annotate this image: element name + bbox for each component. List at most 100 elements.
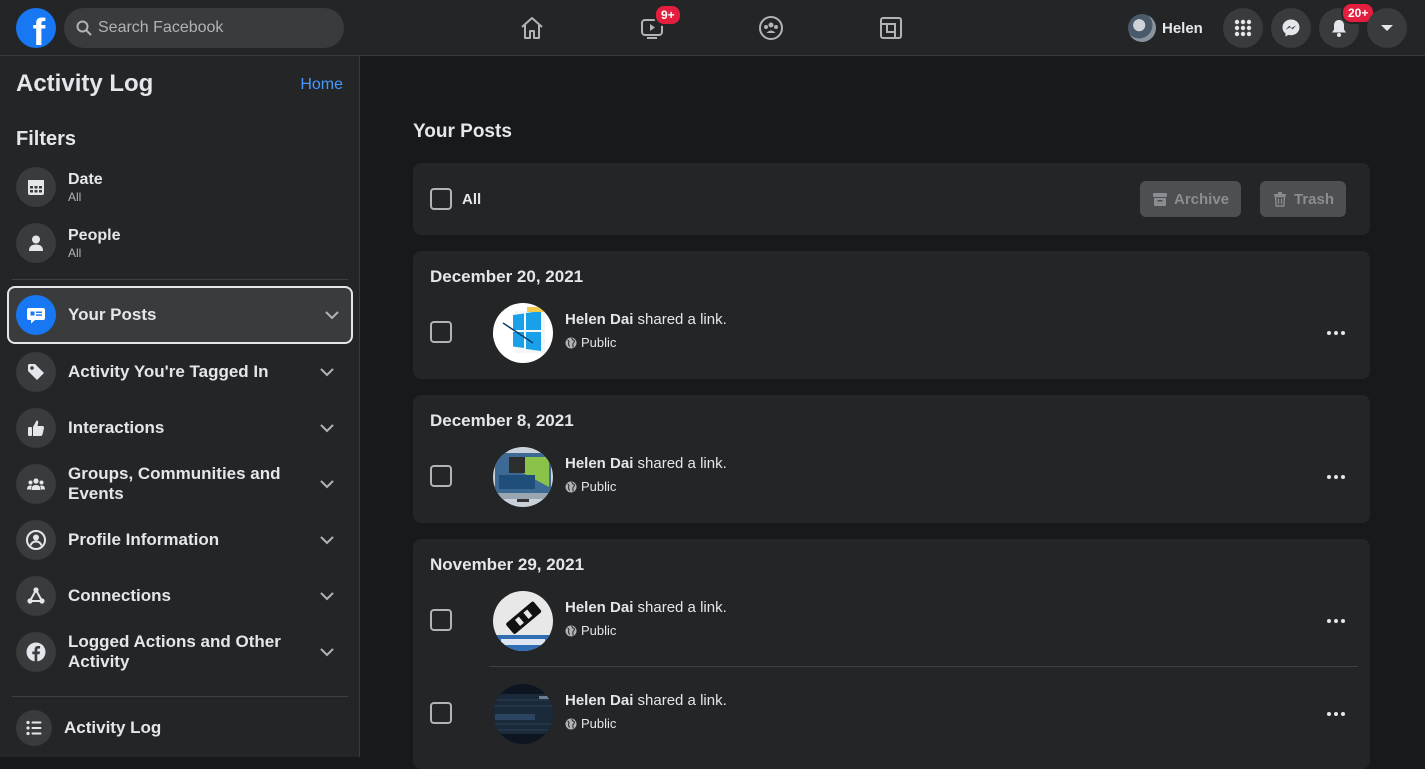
post-description: Helen Dai shared a link. — [565, 311, 727, 328]
archive-icon — [1153, 193, 1167, 206]
post-description: Helen Dai shared a link. — [565, 599, 727, 616]
filter-date[interactable]: Date All — [16, 161, 346, 213]
gaming-icon — [880, 17, 902, 39]
post-checkbox[interactable] — [430, 465, 452, 487]
group-date: November 29, 2021 — [430, 555, 585, 574]
category-profile-information[interactable]: Profile Information — [16, 514, 346, 566]
post-author: Helen Dai — [565, 692, 634, 709]
search-box[interactable] — [64, 8, 344, 48]
more-options-icon[interactable] — [1326, 467, 1346, 487]
post-group: November 29, 2021 Helen Dai shared a lin… — [413, 539, 1370, 769]
filter-people[interactable]: People All — [16, 217, 346, 269]
top-navigation-bar: f 9+ Helen 20+ — [0, 0, 1425, 56]
category-interactions[interactable]: Interactions — [16, 402, 346, 454]
connections-icon — [16, 576, 56, 616]
category-groups[interactable]: Groups, Communities and Events — [16, 458, 346, 510]
filters-heading: Filters — [16, 128, 77, 150]
chevron-down-icon — [320, 421, 334, 435]
gaming-nav-button[interactable] — [873, 10, 909, 46]
chevron-down-icon — [325, 308, 339, 322]
sidebar-title: Activity Log — [16, 70, 154, 97]
entry-divider — [489, 666, 1358, 667]
filter-date-label: Date — [68, 171, 103, 188]
chevron-down-icon — [320, 533, 334, 547]
select-all-checkbox[interactable] — [430, 188, 452, 210]
globe-icon — [565, 481, 577, 492]
watch-nav-button[interactable]: 9+ — [634, 4, 682, 46]
group-date: December 8, 2021 — [430, 411, 574, 430]
groups-icon — [16, 464, 56, 504]
sidebar-divider — [12, 279, 348, 280]
post-checkbox[interactable] — [430, 321, 452, 343]
search-input[interactable] — [98, 19, 318, 37]
post-checkbox[interactable] — [430, 609, 452, 631]
messenger-icon — [1282, 19, 1300, 37]
post-thumbnail[interactable] — [493, 591, 553, 651]
notifications-button[interactable]: 20+ — [1319, 2, 1376, 48]
category-connections[interactable]: Connections — [16, 570, 346, 622]
caret-down-icon — [1381, 25, 1393, 31]
post-privacy: Public — [565, 479, 616, 494]
post-author: Helen Dai — [565, 455, 634, 472]
activity-log-link[interactable]: Activity Log — [16, 710, 161, 746]
post-privacy: Public — [565, 335, 616, 350]
category-tagged[interactable]: Activity You're Tagged In — [16, 346, 346, 398]
privacy-label: Public — [581, 623, 617, 638]
post-group: December 8, 2021 Helen Dai shared a link… — [413, 395, 1370, 523]
category-logged-actions[interactable]: Logged Actions and Other Activity — [16, 626, 346, 678]
privacy-label: Public — [581, 716, 617, 731]
post-thumbnail[interactable] — [493, 447, 553, 507]
tag-icon — [16, 352, 56, 392]
more-options-icon[interactable] — [1326, 704, 1346, 724]
avatar — [1128, 14, 1156, 42]
home-link[interactable]: Home — [300, 76, 343, 94]
profile-chip[interactable]: Helen — [1124, 8, 1211, 48]
chevron-down-icon — [320, 589, 334, 603]
profile-icon — [16, 520, 56, 560]
post-checkbox[interactable] — [430, 702, 452, 724]
category-label: Connections — [68, 586, 171, 605]
category-your-posts[interactable]: Your Posts — [7, 286, 353, 344]
home-icon — [521, 17, 543, 39]
list-item: Helen Dai shared a link. Public — [413, 445, 1370, 509]
activity-log-label: Activity Log — [64, 718, 162, 737]
select-all[interactable]: All — [430, 188, 481, 210]
category-label: Your Posts — [68, 305, 157, 324]
list-icon — [16, 710, 52, 746]
list-item: Helen Dai shared a link. Public — [413, 589, 1370, 653]
post-action: shared a link. — [633, 692, 727, 709]
archive-button[interactable]: Archive — [1140, 181, 1242, 217]
watch-badge: 9+ — [654, 4, 682, 26]
category-label: Groups, Communities and Events — [68, 464, 281, 503]
group-date: December 20, 2021 — [430, 267, 584, 286]
groups-nav-button[interactable] — [753, 10, 789, 46]
more-options-icon[interactable] — [1326, 611, 1346, 631]
facebook-icon — [16, 632, 56, 672]
post-thumbnail[interactable] — [493, 303, 553, 363]
menu-button[interactable] — [1223, 8, 1263, 48]
trash-button[interactable]: Trash — [1260, 181, 1347, 217]
bulk-actions-toolbar: All Archive Trash — [413, 163, 1370, 235]
select-all-label: All — [462, 190, 482, 208]
sidebar-divider — [12, 696, 348, 697]
account-menu-button[interactable] — [1367, 8, 1407, 48]
post-thumbnail[interactable] — [493, 684, 553, 744]
category-label: Interactions — [68, 418, 165, 437]
facebook-logo[interactable]: f — [16, 8, 56, 48]
search-icon — [76, 20, 92, 36]
messenger-button[interactable] — [1271, 8, 1311, 48]
post-action: shared a link. — [633, 599, 727, 616]
list-item: Helen Dai shared a link. Public — [413, 682, 1370, 746]
grid-menu-icon — [1234, 19, 1252, 37]
post-description: Helen Dai shared a link. — [565, 692, 727, 709]
post-description: Helen Dai shared a link. — [565, 455, 727, 472]
more-options-icon[interactable] — [1326, 323, 1346, 343]
post-action: shared a link. — [633, 311, 727, 328]
profile-name: Helen — [1162, 19, 1203, 37]
home-nav-button[interactable] — [514, 10, 550, 46]
globe-icon — [565, 337, 577, 348]
chevron-down-icon — [320, 645, 334, 659]
page-title: Your Posts — [413, 121, 512, 142]
filter-people-value: All — [68, 246, 82, 260]
post-author: Helen Dai — [565, 311, 634, 328]
